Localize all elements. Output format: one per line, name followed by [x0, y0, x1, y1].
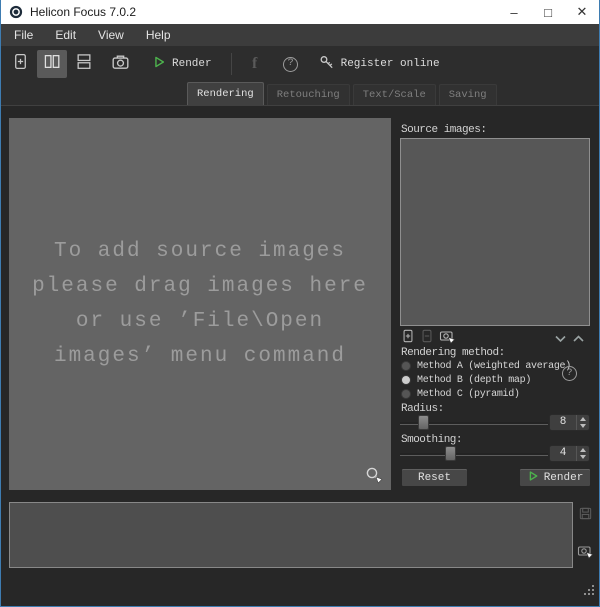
- titlebar: Helicon Focus 7.0.2 – □ ✕: [1, 0, 599, 24]
- render-button[interactable]: Render: [145, 50, 219, 78]
- smoothing-slider-handle[interactable]: [445, 446, 456, 461]
- helicon-logo-icon: [9, 5, 23, 19]
- resize-grip[interactable]: [583, 583, 595, 601]
- radius-spin-down-button[interactable]: [580, 424, 586, 428]
- method-b-label: Method B (depth map): [417, 375, 531, 386]
- radius-value[interactable]: 8: [550, 415, 576, 430]
- add-image-button[interactable]: [401, 329, 415, 348]
- window-title: Helicon Focus 7.0.2: [30, 5, 136, 19]
- radius-slider-handle[interactable]: [418, 415, 429, 430]
- play-icon: [152, 55, 166, 74]
- facebook-button[interactable]: f: [242, 50, 268, 78]
- save-log-button[interactable]: [578, 506, 593, 526]
- method-help-icon: ?: [562, 366, 577, 381]
- key-icon: [319, 54, 335, 75]
- source-images-label: Source images:: [401, 124, 486, 136]
- toolbar: Render f ? Register online: [1, 46, 599, 82]
- smoothing-value[interactable]: 4: [550, 446, 576, 461]
- tab-retouching[interactable]: Retouching: [267, 84, 350, 105]
- magnifier-icon: [364, 472, 384, 489]
- placeholder-line: please drag images here: [32, 269, 368, 304]
- camera-icon: [111, 53, 130, 76]
- smoothing-spin-up-button[interactable]: [580, 448, 586, 452]
- toolbar-separator: [231, 53, 232, 75]
- minimize-button[interactable]: –: [497, 0, 531, 24]
- menu-item-edit[interactable]: Edit: [44, 24, 87, 46]
- smoothing-spin-down-button[interactable]: [580, 455, 586, 459]
- camera-cursor-icon: [577, 543, 594, 565]
- method-c-radio-row[interactable]: Method C (pyramid): [401, 388, 520, 400]
- chevron-down-icon: [554, 331, 567, 349]
- radius-slider[interactable]: [400, 415, 548, 430]
- radius-label: Radius:: [401, 403, 444, 415]
- render-action-label: Render: [544, 472, 584, 484]
- register-online-button[interactable]: Register online: [314, 50, 445, 78]
- render-action-button[interactable]: Render: [519, 468, 591, 487]
- add-file-icon: [401, 329, 415, 348]
- menu-item-file[interactable]: File: [3, 24, 44, 46]
- facebook-icon: f: [252, 55, 257, 73]
- play-icon: [527, 470, 539, 486]
- smoothing-slider[interactable]: [400, 446, 548, 461]
- remove-file-icon: [420, 329, 434, 348]
- open-images-button[interactable]: [7, 50, 33, 78]
- close-button[interactable]: ✕: [565, 0, 599, 24]
- tab-saving[interactable]: Saving: [439, 84, 497, 105]
- smoothing-label: Smoothing:: [401, 434, 462, 446]
- image-drop-zone[interactable]: To add source images please drag images …: [9, 118, 391, 490]
- method-a-radio[interactable]: [401, 361, 411, 371]
- camera-button[interactable]: [107, 50, 133, 78]
- vertical-split-view-button[interactable]: [37, 50, 67, 78]
- smoothing-slider-track[interactable]: [400, 453, 548, 455]
- radius-spinbox[interactable]: 8: [549, 414, 590, 431]
- log-output-box[interactable]: [9, 502, 573, 568]
- radius-spin-arrows: [576, 415, 589, 430]
- smoothing-spin-arrows: [576, 446, 589, 461]
- maximize-button[interactable]: □: [531, 0, 565, 24]
- help-button[interactable]: ?: [278, 50, 304, 78]
- method-b-radio[interactable]: [401, 375, 411, 385]
- method-help-button[interactable]: ?: [562, 366, 577, 381]
- horizontal-split-view-button[interactable]: [71, 50, 97, 78]
- floppy-icon: [578, 506, 593, 526]
- menubar: File Edit View Help: [1, 24, 599, 46]
- placeholder-line: To add source images: [54, 234, 346, 269]
- reset-button-label: Reset: [418, 472, 451, 484]
- move-down-button[interactable]: [554, 331, 567, 349]
- register-online-label: Register online: [341, 58, 440, 70]
- tabstrip: Rendering Retouching Text/Scale Saving: [1, 82, 599, 106]
- radius-spin-up-button[interactable]: [580, 417, 586, 421]
- smoothing-spinbox[interactable]: 4: [549, 445, 590, 462]
- method-b-radio-row[interactable]: Method B (depth map): [401, 374, 531, 386]
- reset-button[interactable]: Reset: [401, 468, 468, 487]
- help-icon: ?: [283, 57, 298, 72]
- zoom-button[interactable]: [364, 465, 384, 485]
- vertical-split-icon: [43, 53, 61, 75]
- camera-log-button[interactable]: [577, 543, 594, 565]
- add-images-icon: [12, 53, 29, 75]
- menu-item-view[interactable]: View: [87, 24, 135, 46]
- tab-text-scale[interactable]: Text/Scale: [353, 84, 436, 105]
- chevron-up-icon: [572, 331, 585, 349]
- method-c-radio[interactable]: [401, 389, 411, 399]
- menu-item-help[interactable]: Help: [135, 24, 182, 46]
- horizontal-split-icon: [75, 53, 93, 75]
- placeholder-line: images’ menu command: [54, 339, 346, 374]
- method-a-radio-row[interactable]: Method A (weighted average): [401, 360, 571, 372]
- method-c-label: Method C (pyramid): [417, 389, 520, 400]
- move-up-button[interactable]: [572, 331, 585, 349]
- source-images-list[interactable]: [400, 138, 590, 326]
- app-window: Helicon Focus 7.0.2 – □ ✕ File Edit View…: [0, 0, 600, 607]
- placeholder-line: or use ’File\Open: [76, 304, 324, 339]
- rendering-method-label: Rendering method:: [401, 347, 505, 359]
- remove-image-button[interactable]: [420, 329, 434, 348]
- method-a-label: Method A (weighted average): [417, 361, 571, 372]
- tab-rendering[interactable]: Rendering: [187, 82, 264, 105]
- render-button-label: Render: [172, 58, 212, 70]
